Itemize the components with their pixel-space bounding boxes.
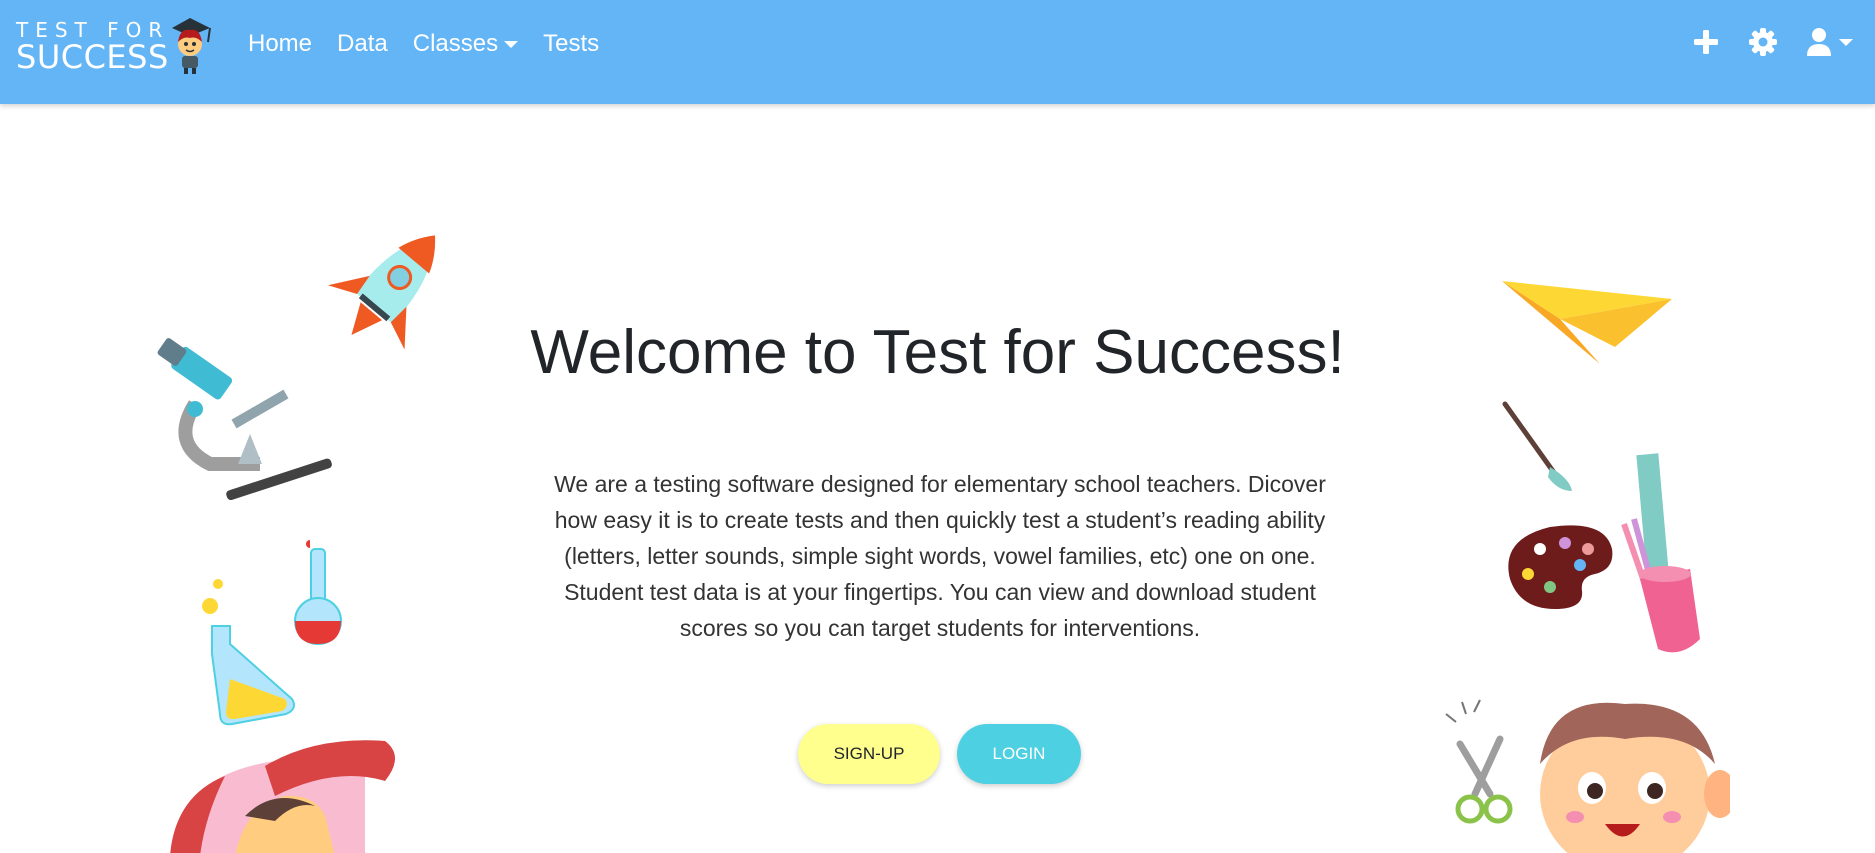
signup-button[interactable]: SIGN-UP: [798, 724, 940, 784]
palette-icon: [1508, 525, 1613, 609]
nav-tests[interactable]: Tests: [543, 30, 599, 58]
paintbrush-icon: [1502, 401, 1572, 491]
nav-links: Home Data Classes Tests: [248, 30, 624, 58]
plus-icon[interactable]: [1693, 29, 1719, 55]
nav-data[interactable]: Data: [337, 30, 388, 58]
intro-text: We are a testing software designed for e…: [554, 471, 1326, 641]
paper-plane-icon: [1502, 281, 1672, 364]
user-icon: [1807, 28, 1831, 56]
boy-scissors-illustration: [1445, 699, 1730, 853]
hero-section: Welcome to Test for Success! We are a te…: [0, 104, 1875, 853]
brand-logo[interactable]: TEST FOR SUCCESS: [16, 12, 211, 76]
nav-classes-label: Classes: [412, 30, 499, 57]
mascot-icon: [172, 18, 211, 74]
brand-bottom-text: SUCCESS: [16, 38, 169, 76]
chevron-down-icon: [504, 40, 519, 48]
pencil-cup-icon: [1621, 453, 1700, 653]
gear-icon[interactable]: [1749, 28, 1777, 56]
nav-home[interactable]: Home: [248, 30, 312, 58]
kid-cap-illustration: [170, 740, 395, 853]
user-menu[interactable]: [1807, 28, 1853, 56]
chevron-down-icon: [1839, 38, 1853, 46]
nav-actions: [1663, 28, 1853, 56]
navbar: TEST FOR SUCCESS Home Data Classes Tests: [0, 0, 1875, 104]
nav-classes-dropdown[interactable]: Classes: [412, 30, 519, 58]
flask-round-icon: [294, 548, 342, 645]
login-button[interactable]: LOGIN: [957, 724, 1081, 784]
